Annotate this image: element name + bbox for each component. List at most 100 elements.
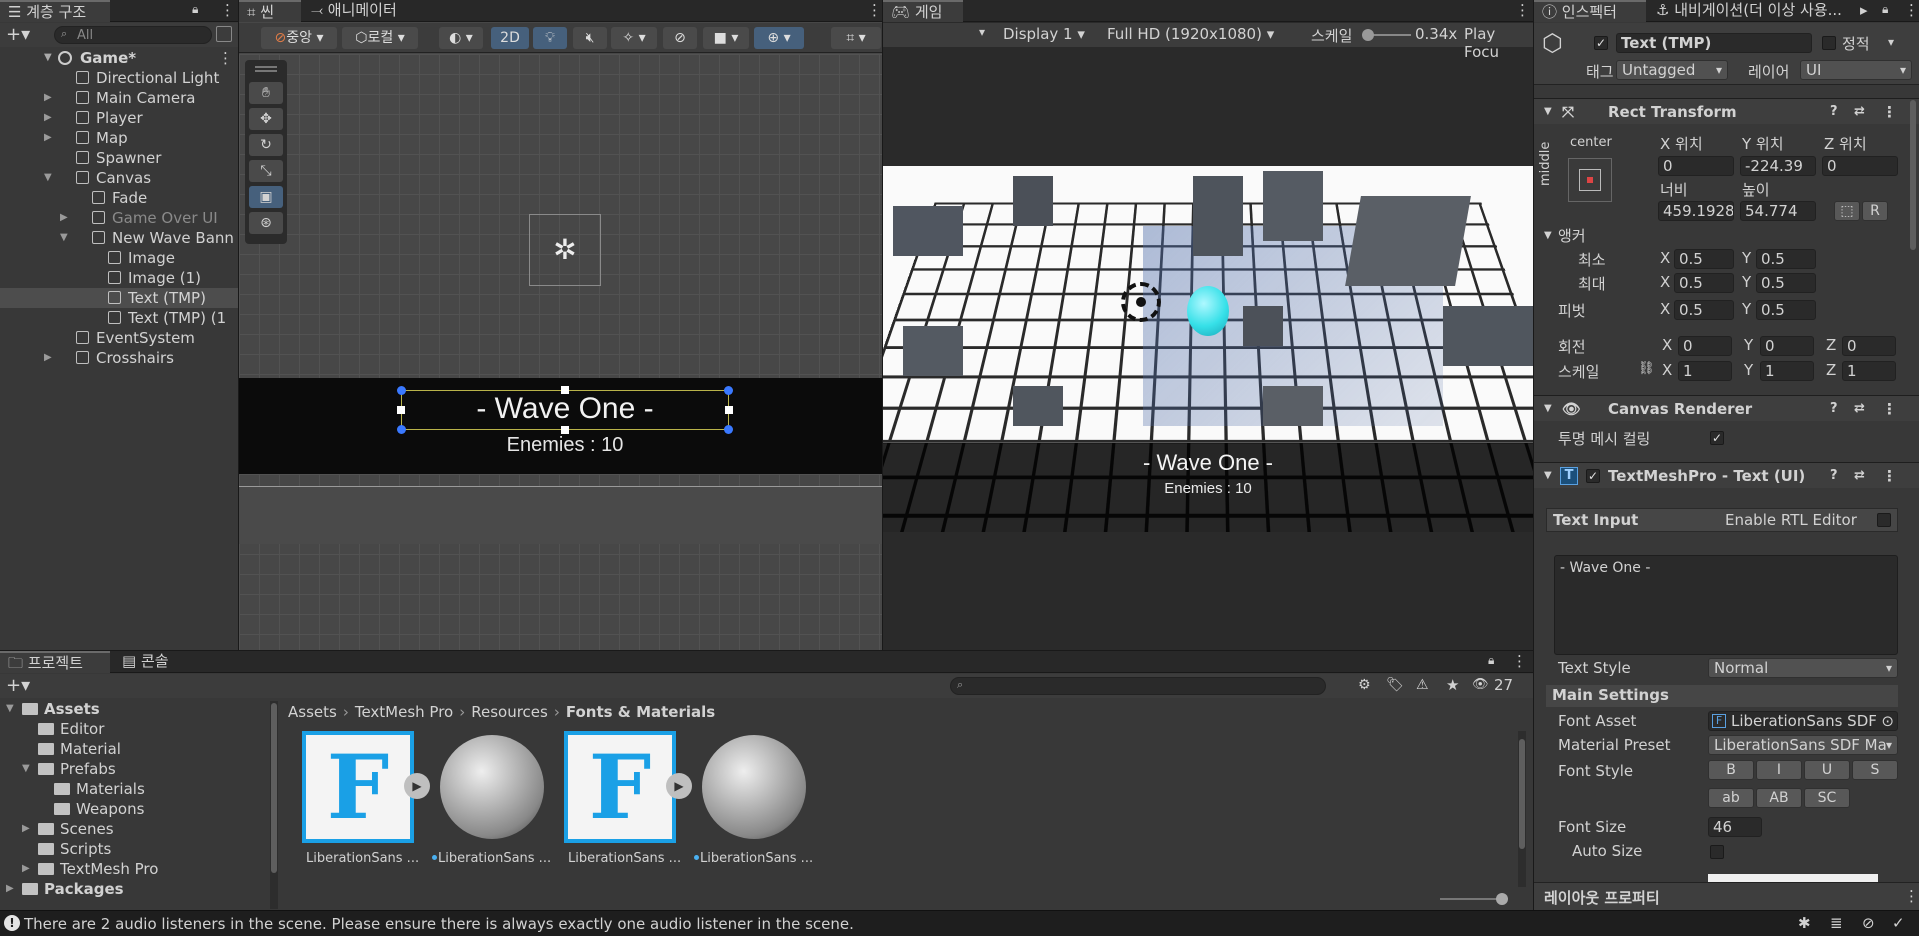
expand-arrow-icon[interactable]: ▼ bbox=[6, 699, 14, 719]
more-tabs-icon[interactable]: ▸ bbox=[1860, 1, 1868, 19]
static-dropdown-icon[interactable]: ▾ bbox=[1888, 35, 1894, 49]
expand-arrow-icon[interactable]: ▼ bbox=[22, 759, 30, 779]
hierarchy-item[interactable]: EventSystem bbox=[0, 328, 238, 348]
hierarchy-item[interactable]: ▼ New Wave Bann bbox=[0, 228, 238, 248]
object-picker-icon[interactable]: ⊙ bbox=[1881, 712, 1894, 730]
handle[interactable] bbox=[724, 425, 733, 434]
hierarchy-item[interactable]: ▶ Main Camera bbox=[0, 88, 238, 108]
asset-scrollbar[interactable] bbox=[1518, 731, 1526, 887]
help-icon[interactable]: ? bbox=[1830, 99, 1838, 125]
kebab-menu-icon[interactable]: ⋮ bbox=[1882, 396, 1897, 422]
expand-arrow-icon[interactable]: ▶ bbox=[44, 128, 52, 148]
asset-scroll-thumb[interactable] bbox=[1519, 739, 1525, 849]
tab-animator[interactable]: ⤙ 애니메이터 bbox=[303, 0, 405, 22]
breadcrumb-item[interactable]: TextMesh Pro bbox=[355, 703, 453, 721]
anchors-collapse-arrow-icon[interactable]: ▼ bbox=[1544, 230, 1552, 241]
breadcrumb-item[interactable]: Assets bbox=[288, 703, 337, 721]
expand-subassets-icon[interactable]: ▶ bbox=[666, 773, 692, 799]
camera-dropdown[interactable]: ■ ▾ bbox=[703, 27, 749, 49]
hierarchy-item[interactable]: Text (TMP) bbox=[0, 288, 238, 308]
cull-transparent-checkbox[interactable]: ✓ bbox=[1710, 431, 1724, 445]
expand-arrow-icon[interactable]: ▶ bbox=[44, 348, 52, 368]
tab-inspector[interactable]: ⓘ 인스펙터 bbox=[1534, 0, 1646, 22]
rect-transform-header[interactable]: ▼ ⤧ Rect Transform ? ⇄ ⋮ bbox=[1534, 98, 1919, 124]
hierarchy-item[interactable]: ▼ Canvas bbox=[0, 168, 238, 188]
zoom-slider[interactable] bbox=[1440, 893, 1508, 905]
handle[interactable] bbox=[397, 425, 406, 434]
lock-icon[interactable]: 🔒︎ bbox=[192, 2, 198, 17]
search-by-type-icon[interactable]: ⚙︎ bbox=[1358, 677, 1371, 693]
material-preset-dropdown[interactable]: LiberationSans SDF Ma bbox=[1708, 735, 1898, 755]
kebab-menu-icon[interactable]: ⋮ bbox=[1882, 463, 1897, 489]
scene-row[interactable]: ▼ Game* ⋮ bbox=[0, 48, 238, 68]
hierarchy-item[interactable]: Fade bbox=[0, 188, 238, 208]
tab-navigation[interactable]: ⚓︎ 내비게이션(더 이상 사용... bbox=[1648, 0, 1858, 22]
font-style-button[interactable]: SC bbox=[1804, 788, 1850, 808]
lock-icon[interactable]: 🔒︎ bbox=[1882, 2, 1888, 17]
pos-y-field[interactable]: -224.39 bbox=[1740, 156, 1816, 176]
project-search-input[interactable]: ⌕ bbox=[950, 677, 1326, 695]
cache-server-icon[interactable]: ≣ bbox=[1830, 914, 1843, 932]
search-filter-icon[interactable] bbox=[216, 26, 232, 42]
breadcrumb-item[interactable]: Resources bbox=[471, 703, 548, 721]
rect-tool-icon[interactable]: ▣ bbox=[249, 186, 283, 208]
scale-tool-icon[interactable]: ⤡ bbox=[249, 160, 283, 182]
add-icon[interactable]: +▾ bbox=[6, 24, 30, 45]
rotate-tool-icon[interactable]: ↻ bbox=[249, 134, 283, 156]
font-asset-field[interactable]: F LiberationSans SDF ⊙ bbox=[1708, 711, 1898, 731]
play-focus-dropdown[interactable]: Play Focu bbox=[1464, 25, 1533, 61]
scale-slider[interactable] bbox=[1362, 29, 1411, 41]
grid-snap-dropdown[interactable]: ⌗ ▾ bbox=[831, 27, 881, 49]
project-tree-item[interactable]: Scripts bbox=[0, 839, 270, 859]
text-style-dropdown[interactable]: Normal bbox=[1708, 658, 1898, 678]
scene-viewport[interactable]: ✋︎ ✥ ↻ ⤡ ▣ ⊛ ✲ - Wave One - Enemies : 10 bbox=[239, 54, 882, 650]
height-field[interactable]: 54.774 bbox=[1740, 201, 1816, 221]
kebab-menu-icon[interactable]: ⋮ bbox=[867, 1, 882, 19]
tmp-header[interactable]: ▼ T ✓ TextMeshPro - Text (UI) ? ⇄ ⋮ bbox=[1534, 462, 1919, 488]
asset-item[interactable]: LiberationSans ... bbox=[694, 731, 816, 871]
hierarchy-item[interactable]: Directional Light bbox=[0, 68, 238, 88]
kebab-menu-icon[interactable]: ⋮ bbox=[1515, 1, 1530, 19]
rotation-y-field[interactable]: 0 bbox=[1760, 336, 1814, 356]
kebab-menu-icon[interactable]: ⋮ bbox=[1904, 1, 1919, 19]
asset-item[interactable]: F ▶ LiberationSans ... bbox=[302, 731, 430, 871]
collapse-arrow-icon[interactable]: ▼ bbox=[1544, 396, 1552, 422]
zoom-slider-thumb[interactable] bbox=[1496, 893, 1508, 905]
expand-arrow-icon[interactable]: ▶ bbox=[22, 819, 30, 839]
expand-subassets-icon[interactable]: ▶ bbox=[404, 773, 430, 799]
project-tree-item[interactable]: ▶ Packages bbox=[0, 879, 270, 899]
anchor-max-y-field[interactable]: 0.5 bbox=[1756, 273, 1816, 293]
project-tree-item[interactable]: ▶ Scenes bbox=[0, 819, 270, 839]
hierarchy-item[interactable]: Image bbox=[0, 248, 238, 268]
audio-toggle[interactable]: 🔇︎ bbox=[573, 27, 607, 49]
game-mode-dropdown[interactable]: ▾ bbox=[979, 25, 985, 39]
hierarchy-item[interactable]: ▶ Game Over UI bbox=[0, 208, 238, 228]
tab-hierarchy[interactable]: ☰ 계층 구조 bbox=[0, 0, 110, 22]
hierarchy-item[interactable]: ▶ Map bbox=[0, 128, 238, 148]
kebab-menu-icon[interactable]: ⋮ bbox=[1904, 887, 1919, 905]
hierarchy-item[interactable]: Spawner bbox=[0, 148, 238, 168]
font-style-button[interactable]: B bbox=[1708, 760, 1754, 780]
help-icon[interactable]: ? bbox=[1830, 396, 1838, 422]
tmp-enabled-checkbox[interactable]: ✓ bbox=[1586, 469, 1600, 483]
move-tool-icon[interactable]: ✥ bbox=[249, 108, 283, 130]
preset-icon[interactable]: ⇄ bbox=[1854, 99, 1865, 125]
expand-arrow-icon[interactable]: ▶ bbox=[44, 88, 52, 108]
hierarchy-item[interactable]: ▶ Crosshairs bbox=[0, 348, 238, 368]
hierarchy-search-input[interactable]: ⌕ All bbox=[54, 26, 212, 44]
expand-arrow-icon[interactable]: ▼ bbox=[44, 48, 52, 68]
warning-filter-icon[interactable]: ⚠︎ bbox=[1416, 677, 1429, 693]
hierarchy-item[interactable]: Image (1) bbox=[0, 268, 238, 288]
text-input-area[interactable]: - Wave One - bbox=[1554, 555, 1898, 655]
font-size-field[interactable]: 46 bbox=[1708, 817, 1762, 837]
project-tree-item[interactable]: Material bbox=[0, 739, 270, 759]
canvas-renderer-header[interactable]: ▼ 👁︎ Canvas Renderer ? ⇄ ⋮ bbox=[1534, 395, 1919, 421]
preset-icon[interactable]: ⇄ bbox=[1854, 396, 1865, 422]
constrain-link-icon[interactable]: ⛓︎ bbox=[1638, 361, 1655, 376]
asset-item[interactable]: LiberationSans ... bbox=[432, 731, 554, 871]
pos-x-field[interactable]: 0 bbox=[1658, 156, 1734, 176]
width-field[interactable]: 459.1928 bbox=[1658, 201, 1734, 221]
layout-properties-bar[interactable]: 레이아웃 프로퍼티 ⋮ bbox=[1534, 882, 1919, 910]
active-checkbox[interactable]: ✓ bbox=[1594, 36, 1608, 50]
tree-scroll-thumb[interactable] bbox=[271, 703, 277, 873]
